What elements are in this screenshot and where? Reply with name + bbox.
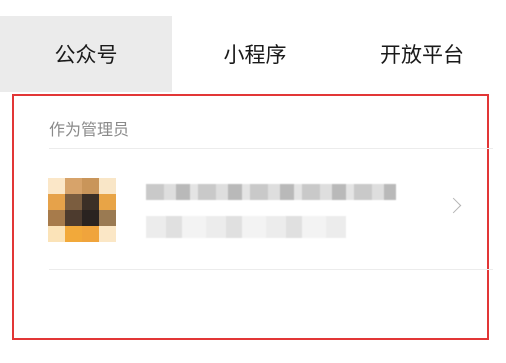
tab-official-account[interactable]: 公众号 xyxy=(0,16,172,92)
tab-open-platform[interactable]: 开放平台 xyxy=(338,16,506,92)
account-description xyxy=(146,216,346,238)
tab-mini-program[interactable]: 小程序 xyxy=(172,16,338,92)
divider xyxy=(49,269,493,270)
chevron-right-icon xyxy=(445,197,462,214)
account-list-item[interactable] xyxy=(40,150,490,268)
divider xyxy=(49,148,493,149)
section-title: 作为管理员 xyxy=(49,120,130,139)
tab-bar: 公众号 小程序 开放平台 xyxy=(0,16,506,92)
avatar xyxy=(48,178,116,242)
account-name xyxy=(146,184,396,200)
